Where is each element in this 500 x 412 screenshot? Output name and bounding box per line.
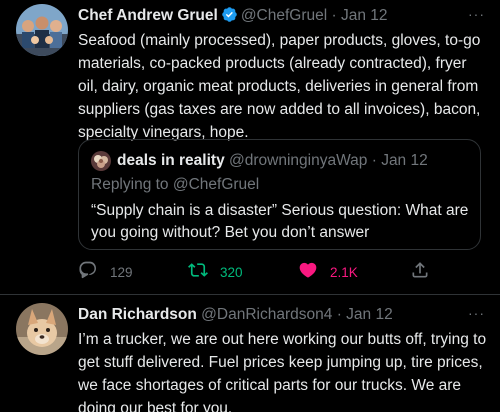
tweet-header: Chef Andrew Gruel @ChefGruel · Jan 12 — [78, 6, 388, 26]
quoted-text: “Supply chain is a disaster” Serious que… — [91, 200, 476, 244]
quoted-text-line: “Supply chain is a disaster” Serious que… — [91, 202, 469, 219]
tweet-text-line: we face shortages of critical parts for … — [78, 377, 462, 394]
tweet-text: Seafood (mainly processed), paper produc… — [78, 29, 493, 144]
share-icon — [410, 260, 430, 285]
tweet-text-line: I’m a trucker, we are out here working o… — [78, 331, 487, 348]
tweet-text-line: materials, co-packed products (already c… — [78, 55, 467, 72]
tweet-dan-richardson[interactable]: Dan Richardson @DanRichardson4 · Jan 12 … — [0, 295, 500, 412]
verified-badge-icon — [221, 6, 238, 23]
tweet-chef-gruel[interactable]: Chef Andrew Gruel @ChefGruel · Jan 12 ···… — [0, 0, 500, 294]
handle[interactable]: @ChefGruel — [241, 7, 327, 24]
timestamp[interactable]: Jan 12 — [341, 7, 388, 24]
quoted-avatar[interactable] — [91, 151, 111, 171]
share-button[interactable] — [410, 260, 430, 284]
more-options-icon[interactable]: ··· — [468, 6, 485, 22]
tweet-text-line: doing our best for you. — [78, 400, 233, 412]
replying-to[interactable]: Replying to @ChefGruel — [91, 175, 259, 195]
quoted-display-name[interactable]: deals in reality — [117, 152, 225, 169]
avatar[interactable] — [16, 4, 68, 56]
quoted-timestamp[interactable]: Jan 12 — [381, 152, 428, 169]
tweet-text-line: suppliers (gas taxes are now added to al… — [78, 101, 481, 118]
quoted-handle[interactable]: @drowninginyaWap — [229, 152, 367, 169]
dog-photo-icon — [16, 303, 68, 355]
retweet-button[interactable]: 320 — [188, 260, 243, 284]
avatar[interactable] — [16, 303, 68, 355]
flower-avatar-icon — [91, 151, 111, 171]
tweet-text-line: oil, dairy, organic meat products, deliv… — [78, 78, 479, 95]
tweet-text-line: get stuff delivered. Fuel prices keep ju… — [78, 354, 483, 371]
separator: · — [331, 7, 337, 24]
separator: · — [371, 152, 377, 169]
retweet-count: 320 — [220, 264, 243, 280]
like-button[interactable]: 2.1K — [298, 260, 358, 284]
action-bar: 129 320 2.1K — [78, 260, 488, 284]
like-count: 2.1K — [330, 264, 358, 280]
reply-icon — [78, 260, 98, 285]
tweet-text-line: Seafood (mainly processed), paper produc… — [78, 32, 481, 49]
reply-count: 129 — [110, 264, 133, 280]
handle[interactable]: @DanRichardson4 — [201, 306, 332, 323]
timestamp[interactable]: Jan 12 — [346, 306, 393, 323]
quoted-text-line: you going without? Bet you don’t answer — [91, 224, 370, 241]
separator: · — [336, 306, 342, 323]
tweet-text: I’m a trucker, we are out here working o… — [78, 328, 493, 412]
reply-button[interactable]: 129 — [78, 260, 133, 284]
more-options-icon[interactable]: ··· — [468, 305, 485, 321]
group-photo-icon — [16, 4, 68, 56]
retweet-icon — [188, 260, 208, 285]
heart-filled-icon — [298, 260, 318, 285]
quoted-header: deals in reality @drowninginyaWap · Jan … — [117, 151, 428, 171]
tweet-header: Dan Richardson @DanRichardson4 · Jan 12 — [78, 305, 393, 325]
display-name[interactable]: Dan Richardson — [78, 306, 197, 323]
quoted-tweet-card[interactable]: deals in reality @drowninginyaWap · Jan … — [78, 139, 481, 250]
display-name[interactable]: Chef Andrew Gruel — [78, 7, 218, 24]
